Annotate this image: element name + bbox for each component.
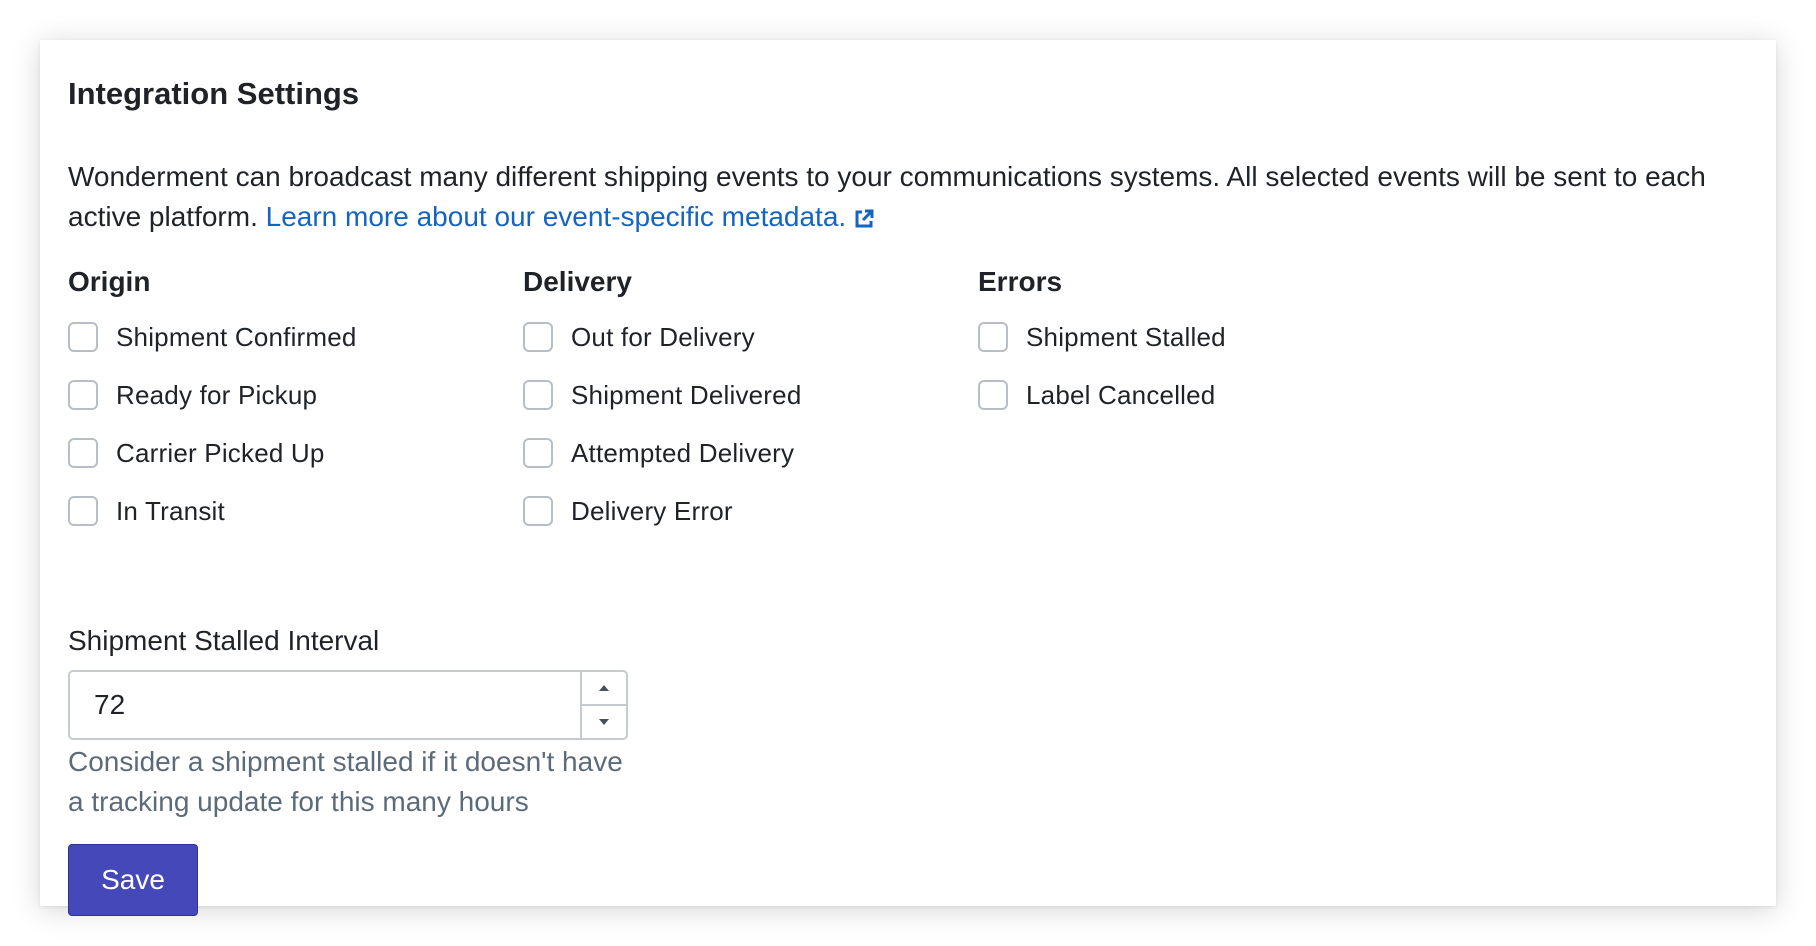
- increment-button[interactable]: [582, 672, 626, 704]
- option-label: Ready for Pickup: [116, 379, 318, 410]
- option-label: Shipment Delivered: [571, 379, 802, 410]
- save-button[interactable]: Save: [68, 844, 198, 916]
- shipment-stalled-checkbox[interactable]: [978, 322, 1008, 352]
- option-label: Label Cancelled: [1026, 379, 1216, 410]
- stalled-interval-help: Consider a shipment stalled if it doesn'…: [68, 746, 623, 817]
- delivery-column: Delivery Out for Delivery Shipment Deliv…: [523, 262, 1043, 540]
- stalled-interval-field: [68, 670, 628, 740]
- learn-more-link[interactable]: Learn more about our event-specific meta…: [266, 201, 875, 232]
- attempted-delivery-checkbox[interactable]: [523, 438, 553, 468]
- origin-heading: Origin: [68, 266, 151, 297]
- option-carrier-picked-up[interactable]: Carrier Picked Up: [68, 424, 588, 482]
- stalled-interval-input[interactable]: [70, 672, 580, 738]
- caret-down-icon: [598, 713, 610, 731]
- option-delivery-error[interactable]: Delivery Error: [523, 482, 1043, 540]
- origin-column: Origin Shipment Confirmed Ready for Pick…: [68, 262, 588, 540]
- option-attempted-delivery[interactable]: Attempted Delivery: [523, 424, 1043, 482]
- stalled-interval-label: Shipment Stalled Interval: [68, 625, 380, 656]
- option-label: Shipment Confirmed: [116, 321, 357, 352]
- carrier-picked-up-checkbox[interactable]: [68, 438, 98, 468]
- errors-column: Errors Shipment Stalled Label Cancelled: [978, 262, 1498, 424]
- number-spinner: [580, 672, 626, 738]
- card-description: Wonderment can broadcast many different …: [68, 157, 1758, 240]
- label-cancelled-checkbox[interactable]: [978, 380, 1008, 410]
- caret-up-icon: [598, 679, 610, 697]
- delivery-heading: Delivery: [523, 266, 632, 297]
- option-label-cancelled[interactable]: Label Cancelled: [978, 366, 1498, 424]
- event-columns: Origin Shipment Confirmed Ready for Pick…: [68, 262, 1758, 562]
- out-for-delivery-checkbox[interactable]: [523, 322, 553, 352]
- option-in-transit[interactable]: In Transit: [68, 482, 588, 540]
- decrement-button[interactable]: [582, 704, 626, 738]
- ready-for-pickup-checkbox[interactable]: [68, 380, 98, 410]
- option-shipment-stalled[interactable]: Shipment Stalled: [978, 308, 1498, 366]
- option-label: Carrier Picked Up: [116, 437, 325, 468]
- option-ready-for-pickup[interactable]: Ready for Pickup: [68, 366, 588, 424]
- option-label: Attempted Delivery: [571, 437, 795, 468]
- shipment-delivered-checkbox[interactable]: [523, 380, 553, 410]
- option-label: Out for Delivery: [571, 321, 755, 352]
- option-shipment-delivered[interactable]: Shipment Delivered: [523, 366, 1043, 424]
- learn-more-link-text: Learn more about our event-specific meta…: [265, 201, 847, 232]
- option-out-for-delivery[interactable]: Out for Delivery: [523, 308, 1043, 366]
- shipment-confirmed-checkbox[interactable]: [68, 322, 98, 352]
- external-link-icon: [854, 200, 874, 240]
- card-title: Integration Settings: [68, 76, 360, 111]
- option-label: Delivery Error: [571, 495, 733, 526]
- integration-settings-card: Integration Settings Wonderment can broa…: [40, 40, 1776, 916]
- delivery-error-checkbox[interactable]: [523, 496, 553, 526]
- in-transit-checkbox[interactable]: [68, 496, 98, 526]
- errors-heading: Errors: [978, 266, 1063, 297]
- option-label: In Transit: [116, 495, 225, 526]
- option-label: Shipment Stalled: [1026, 321, 1226, 352]
- option-shipment-confirmed[interactable]: Shipment Confirmed: [68, 308, 588, 366]
